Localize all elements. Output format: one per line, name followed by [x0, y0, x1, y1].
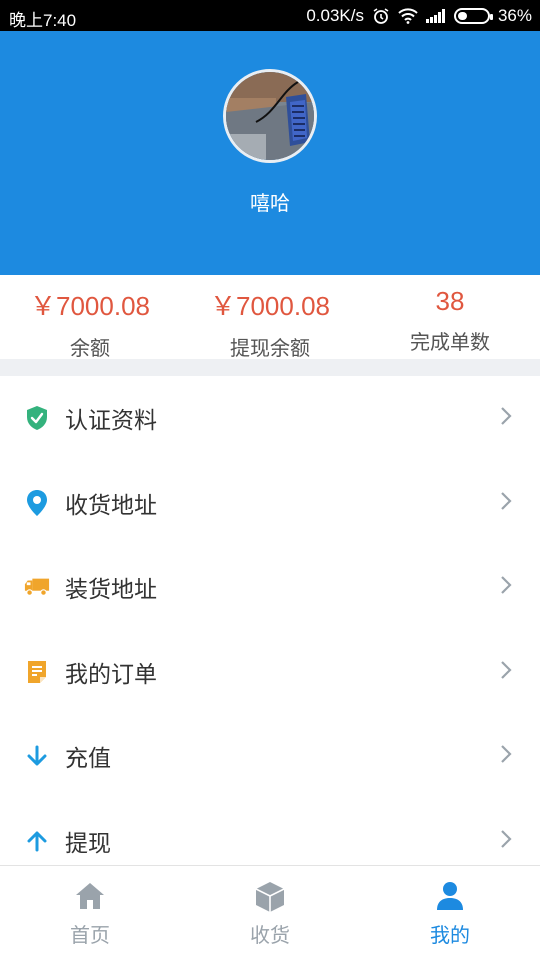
menu-item-label: 提现	[65, 830, 111, 857]
menu-item-label: 认证资料	[65, 408, 157, 435]
chevron-right-icon	[500, 491, 512, 515]
network-speed: 0.03K/s	[306, 6, 364, 25]
menu-item-my-orders[interactable]: 我的订单	[0, 630, 540, 715]
status-icons: 0.03K/s 36%	[306, 6, 532, 26]
stat-value: ￥7000.08	[210, 291, 330, 321]
menu-item-label: 充值	[65, 746, 111, 773]
tab-mine[interactable]: 我的	[360, 866, 540, 960]
tab-home[interactable]: 首页	[0, 866, 180, 960]
chevron-right-icon	[500, 660, 512, 684]
signal-icon	[425, 9, 446, 23]
battery-icon	[453, 8, 493, 24]
stat-value: 38	[435, 286, 465, 316]
stat-value: ￥7000.08	[30, 291, 150, 321]
wifi-icon	[398, 8, 418, 24]
stat-label: 余额	[70, 336, 110, 360]
tab-label: 我的	[430, 923, 470, 947]
username: 嘻哈	[250, 191, 290, 215]
chevron-right-icon	[500, 575, 512, 599]
menu-list: 认证资料 收货地址 装货地址 我的订单 充值 提现	[0, 376, 540, 883]
menu-item-label: 我的订单	[65, 661, 157, 688]
stat-label: 完成单数	[410, 330, 490, 354]
chevron-right-icon	[500, 744, 512, 768]
chevron-right-icon	[500, 829, 512, 853]
alarm-icon	[372, 7, 390, 25]
order-document-icon	[24, 659, 50, 685]
stats-row: ￥7000.08 余额 ￥7000.08 提现余额 38 完成单数	[0, 275, 540, 360]
section-divider	[0, 359, 540, 376]
status-bar: 晚上7:40 0.03K/s 36%	[0, 0, 540, 31]
avatar[interactable]	[223, 69, 317, 163]
user-icon	[436, 881, 464, 915]
tab-label: 首页	[70, 923, 110, 947]
stat-balance[interactable]: ￥7000.08 余额	[0, 275, 180, 360]
stat-withdrawable-balance[interactable]: ￥7000.08 提现余额	[180, 275, 360, 360]
tab-receive[interactable]: 收货	[180, 866, 360, 960]
menu-item-label: 装货地址	[65, 577, 157, 604]
arrow-up-icon	[24, 828, 50, 854]
location-pin-icon	[24, 489, 50, 516]
truck-icon	[24, 574, 50, 600]
bottom-tab-bar: 首页 收货 我的	[0, 865, 540, 960]
menu-item-loading-address[interactable]: 装货地址	[0, 545, 540, 630]
arrow-down-icon	[24, 743, 50, 769]
menu-item-receiving-address[interactable]: 收货地址	[0, 461, 540, 546]
home-icon	[74, 881, 106, 915]
chevron-right-icon	[500, 406, 512, 430]
shield-check-icon	[24, 405, 50, 431]
menu-item-recharge[interactable]: 充值	[0, 714, 540, 799]
menu-item-verification[interactable]: 认证资料	[0, 376, 540, 461]
profile-header: 嘻哈	[0, 31, 540, 275]
status-time: 晚上7:40	[9, 11, 77, 30]
box-icon	[255, 881, 285, 917]
battery-percent: 36%	[497, 6, 532, 25]
stat-label: 提现余额	[230, 336, 310, 360]
stat-completed-orders[interactable]: 38 完成单数	[360, 275, 540, 359]
menu-item-label: 收货地址	[65, 492, 157, 519]
tab-label: 收货	[250, 923, 290, 947]
